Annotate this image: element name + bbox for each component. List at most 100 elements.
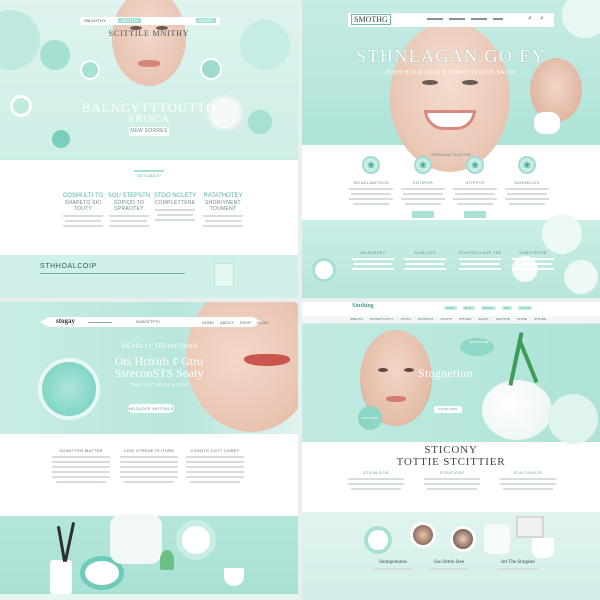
- top-link[interactable]: TOUCH: [517, 306, 533, 310]
- feature-column: STIOM STIE: [346, 470, 406, 493]
- footer-item: Sas Stitrie Stee: [414, 560, 484, 573]
- hero-cta-button[interactable]: SHOP NOW: [434, 406, 462, 413]
- top-link[interactable]: SPA: [501, 306, 512, 310]
- hero-badge: SKIN CARE: [358, 406, 382, 430]
- hero-subtitle: BOHCHOLD BEATE CONCTIVELTE SKOW: [385, 70, 517, 76]
- search-icon[interactable]: ⌕: [528, 15, 532, 23]
- nav-link-active[interactable]: SOKOTTFTY: [136, 319, 160, 324]
- logo[interactable]: SMOOTHY: [84, 18, 106, 23]
- feature-caption: COMPLETTENE: [154, 200, 196, 206]
- section-title-line2: TOTTIE STCITTIER: [396, 456, 506, 468]
- hero-title: STHNLAGAN GO EY: [356, 46, 546, 66]
- shelf: [0, 594, 298, 600]
- sun-icon: ❀: [518, 156, 536, 174]
- hero-eyebrow: BEAOLLY TECHIITIANO: [122, 344, 198, 350]
- hero-cta-button[interactable]: NEW SORRES: [129, 127, 169, 136]
- logo[interactable]: SMOTHG: [351, 14, 391, 25]
- device-image: [516, 516, 544, 538]
- feature-column: RATATHOTEY SHORIYNENT TOUMENT: [196, 193, 250, 230]
- nav-link-home[interactable]: HOME: [202, 320, 214, 325]
- band-column: SKINLOTE: [402, 250, 448, 273]
- feature-title: STIPHTE: [465, 180, 485, 185]
- band-column: STUPSOCLAGE TEE: [452, 250, 508, 273]
- hero-cta-button[interactable]: MOOLOCE MOTVALS: [128, 404, 174, 413]
- mockup-smoothy: SMOOTHY SPOTITY SPORT SCITTILE MNITHY BA…: [0, 0, 298, 298]
- logo[interactable]: Sinthing: [352, 303, 374, 309]
- footer-divider: [40, 273, 185, 274]
- feature-title: SKINCLAMTOCN: [353, 180, 389, 185]
- feature-title: STALTSHOTE: [513, 470, 543, 475]
- feature-column: COSI STREAE PLITURE: [118, 448, 180, 486]
- nav-link-shop[interactable]: SHOP: [240, 320, 251, 325]
- cup-image: [532, 538, 554, 558]
- feature-title: STRATIOSE: [439, 470, 465, 475]
- feature-button[interactable]: [464, 211, 486, 218]
- feature-column: ❀ SUNINCLES: [502, 156, 552, 208]
- menu-item[interactable]: SHSTOTE: [496, 317, 510, 321]
- feature-title: SONSTTER MATTER: [59, 448, 103, 453]
- feature-title: COSMULTI TO: [62, 193, 104, 199]
- hero-subtitle: SCITTILE MNITHY: [108, 29, 190, 38]
- menu-item[interactable]: STTCRG: [459, 317, 471, 321]
- feature-title: STIOM STIE: [363, 470, 389, 475]
- feature-column: SOU STEPSTN SOPIOD TO SPRAOTEY: [104, 193, 154, 230]
- menu-item[interactable]: STOLTS: [441, 317, 452, 321]
- band-title: SKINLOTE: [413, 250, 437, 255]
- band-title: STUPSOCLAGE TEE: [458, 250, 502, 255]
- menu-item[interactable]: SCHOT: [478, 317, 489, 321]
- hero-background: [302, 324, 600, 444]
- band-column: SKINTEERY: [350, 250, 396, 273]
- portrait-image: [410, 522, 436, 548]
- menu-item[interactable]: STOSSTTLOCTY: [370, 317, 394, 321]
- nav-link-blog[interactable]: BLOG: [257, 320, 268, 325]
- top-links: SHOP BLOG SOCIAL SPA TOUCH: [444, 306, 533, 310]
- menu-item[interactable]: STOSE: [517, 317, 527, 321]
- section-badge: STITCAULTY: [134, 170, 164, 178]
- feature-column: COSMULTI TO SHAPETO SKI TOUTY: [58, 193, 108, 230]
- bottle-image: [50, 560, 72, 594]
- feature-column: STRATIOSE: [422, 470, 482, 493]
- footer-item: sitt The Stingiste: [478, 560, 558, 573]
- menu-item[interactable]: SIBLOTH: [350, 317, 363, 321]
- feature-button[interactable]: [412, 211, 434, 218]
- menu-icon[interactable]: ⌕: [540, 15, 544, 23]
- band-column: SONGTEOTE: [510, 250, 556, 273]
- feature-column: ❀ STIPHTE: [450, 156, 500, 218]
- hero-title-line2: SsreconSTS Soaty: [114, 366, 204, 380]
- feature-title: SUNINCLES: [514, 180, 540, 185]
- product-band: [302, 512, 600, 600]
- footer-item-label: sitt The Stingiste: [501, 560, 535, 565]
- nav-divider: [88, 322, 112, 323]
- footer-band: [0, 255, 298, 298]
- nav-link-about[interactable]: ABOUT: [220, 320, 234, 325]
- hero-title: Stognetion: [418, 366, 474, 380]
- feature-title: SOU STEPSTN: [107, 193, 151, 199]
- model-face-image: [112, 0, 186, 86]
- footer-box: [214, 263, 234, 287]
- cup-image: [224, 568, 244, 586]
- menu-item[interactable]: STOTH: [401, 317, 411, 321]
- mirror-image: [364, 526, 392, 554]
- plant-image: [517, 338, 539, 384]
- menu-item[interactable]: STOSITIOT: [418, 317, 434, 321]
- top-link[interactable]: BLOG: [462, 306, 475, 310]
- menu-item[interactable]: STOTHE: [534, 317, 546, 321]
- feature-column: STALTSHOTE: [498, 470, 558, 493]
- top-link[interactable]: SOCIAL: [480, 306, 496, 310]
- feature-column: STOO NCLETY COMPLETTENE: [150, 193, 200, 224]
- mockup-smothg: SMOTHG ⌕ ⌕ STHNLAGAN GO EY BOHCHOLD BEAT…: [302, 0, 600, 298]
- logo[interactable]: stogay: [56, 317, 75, 325]
- band-title: SKINTEERY: [360, 250, 386, 255]
- feature-column: ❀ SKINCLAMTOCN: [346, 156, 396, 208]
- pot-image: [548, 394, 598, 444]
- feature-caption: SHAPETO SKI TOUTY: [64, 200, 102, 212]
- plate-image: [176, 520, 216, 560]
- portrait-image: [450, 526, 476, 552]
- top-link[interactable]: SHOP: [444, 306, 457, 310]
- nav-link-active[interactable]: SPOTITY: [118, 18, 142, 23]
- hero-subtitle: TSMOTROTHLCOA N STAR: [129, 382, 189, 387]
- nav-link[interactable]: SPORT: [196, 18, 216, 23]
- feature-column: ❀ ENTIROR: [398, 156, 448, 218]
- mockup-stogay: stogay SOKOTTFTY HOME ABOUT SHOP BLOG BEAOL…: [0, 302, 298, 600]
- feature-caption: SOPIOD TO SPRAOTEY: [113, 200, 145, 212]
